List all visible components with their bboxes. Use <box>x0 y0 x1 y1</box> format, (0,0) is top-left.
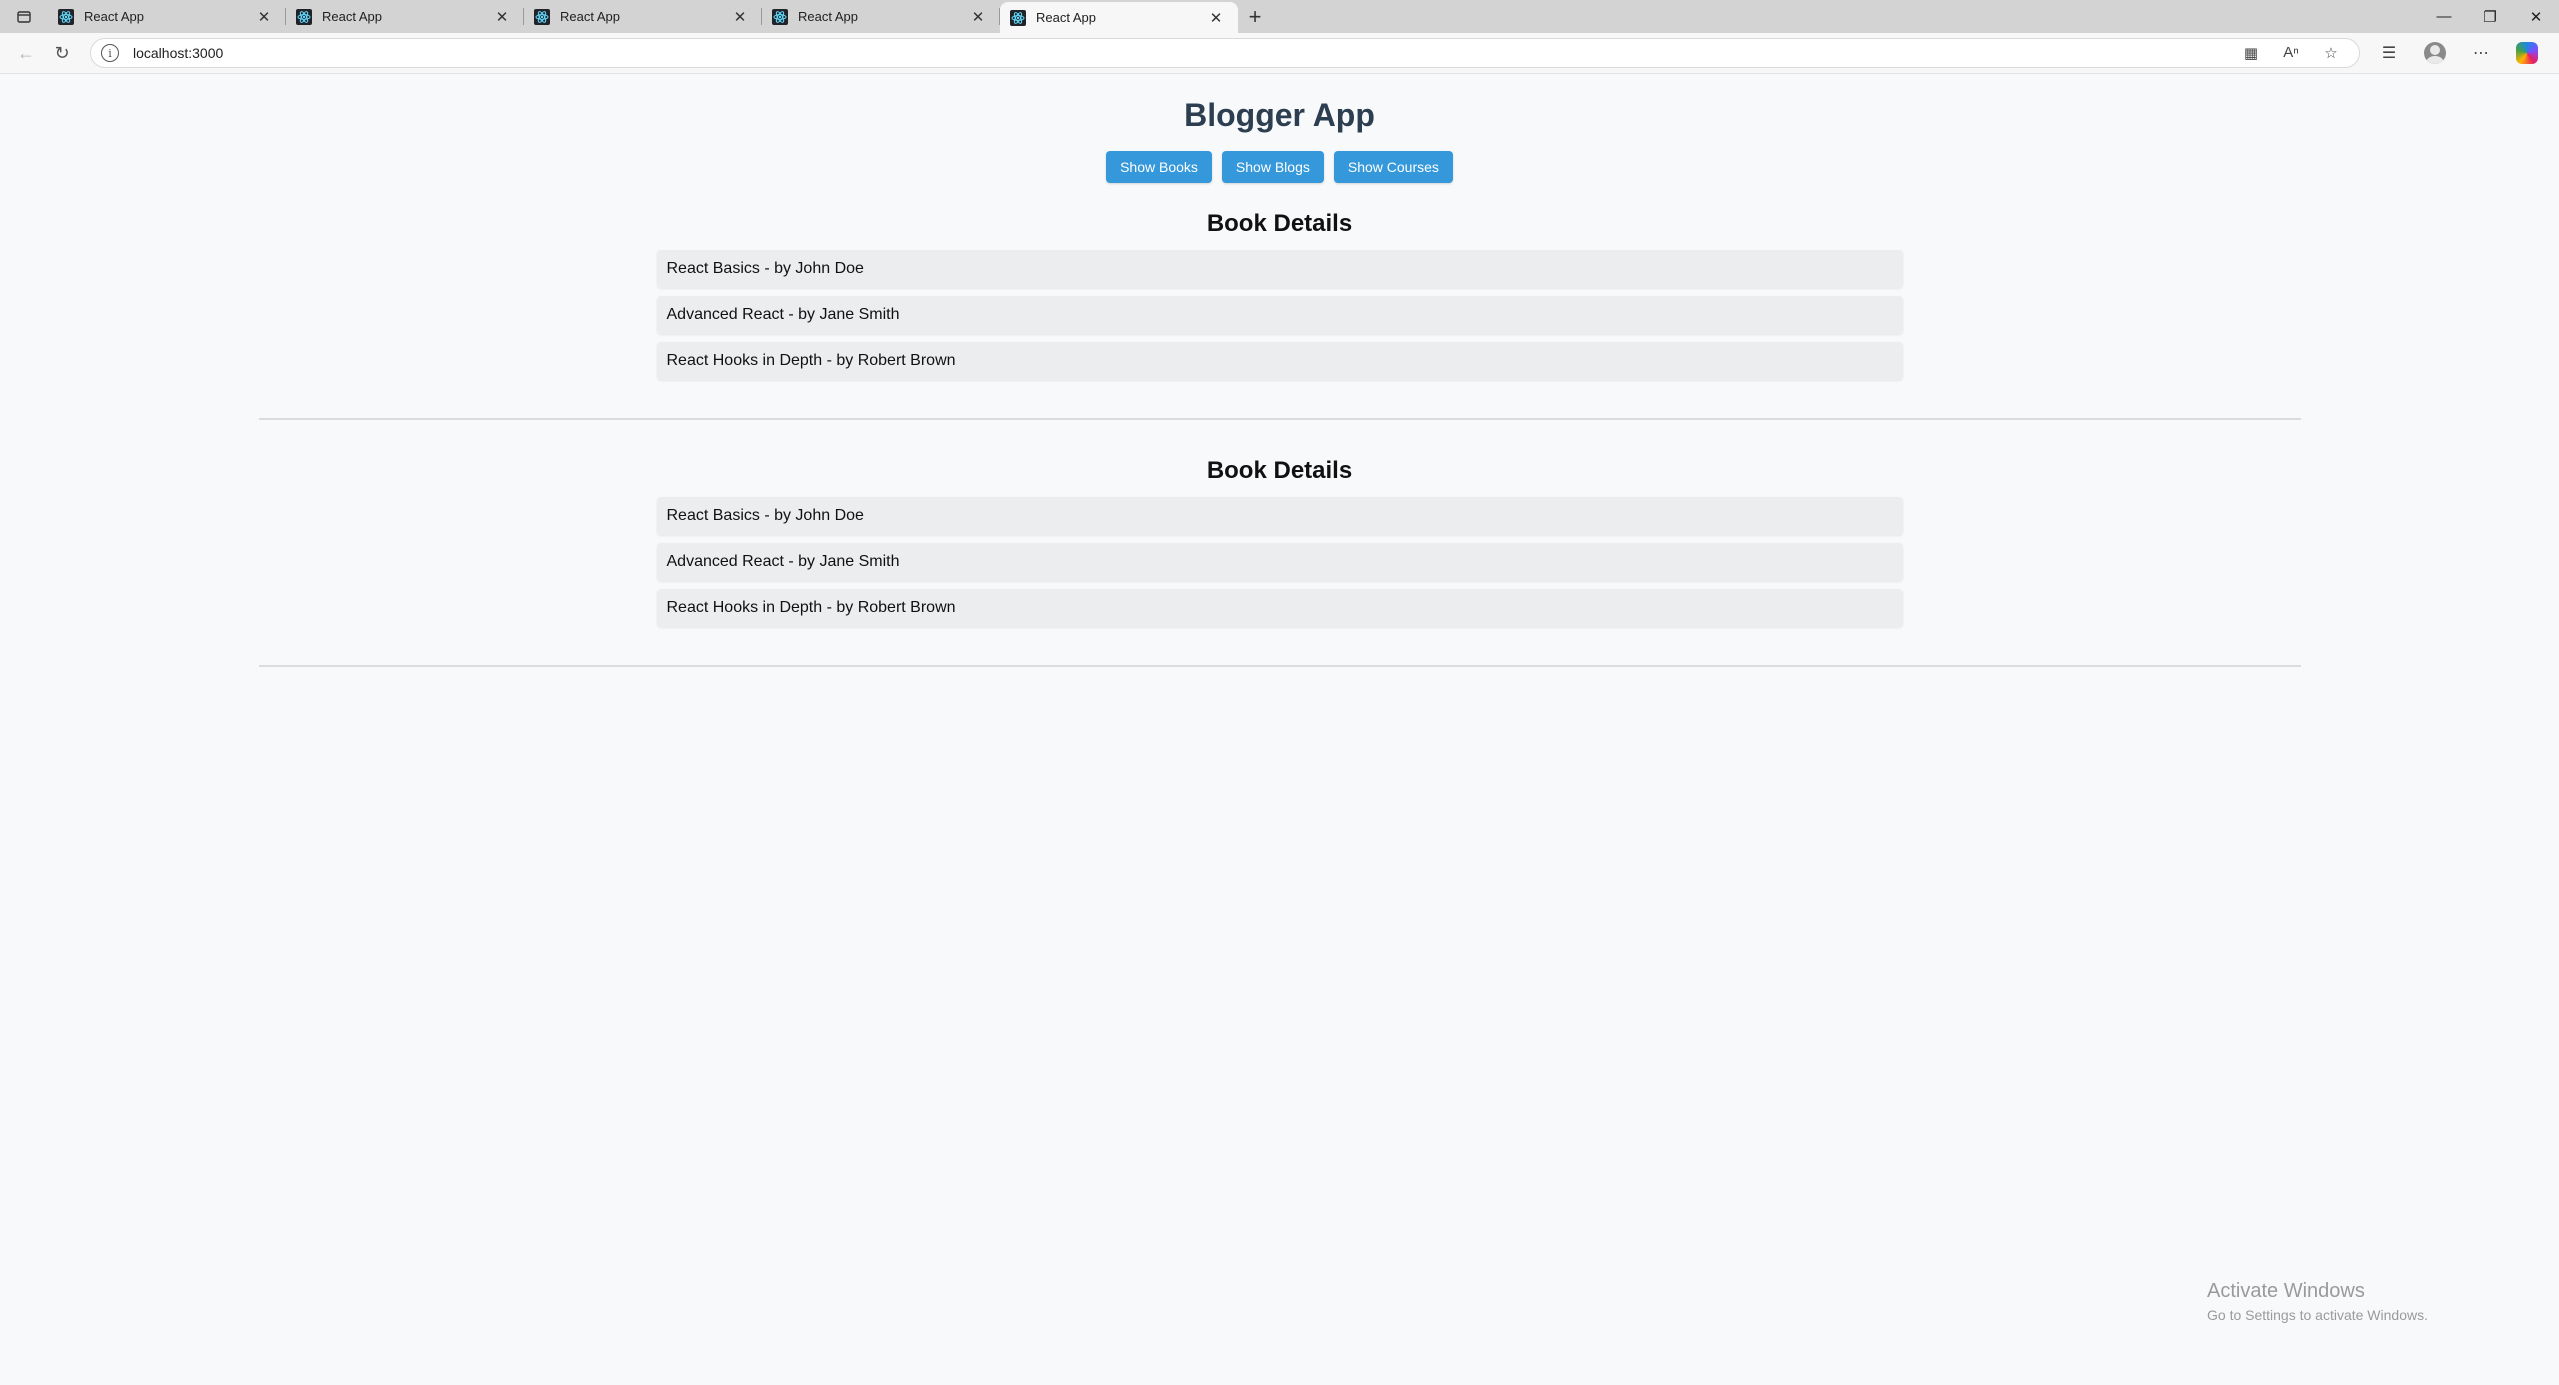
new-tab-button[interactable]: + <box>1238 0 1272 33</box>
section-heading: Book Details <box>1206 210 1353 237</box>
back-arrow-icon[interactable]: ← <box>8 37 44 69</box>
read-aloud-icon[interactable]: Aⁿ <box>2273 44 2309 62</box>
app-available-icon[interactable]: ▦ <box>2233 44 2269 62</box>
profile-button[interactable] <box>2412 37 2458 69</box>
reload-icon[interactable]: ↻ <box>44 37 80 69</box>
tab-close-icon[interactable]: ✕ <box>968 8 988 26</box>
close-window-icon[interactable]: ✕ <box>2513 0 2559 33</box>
list-item: React Basics - by John Doe <box>656 250 1903 288</box>
browser-tab[interactable]: React App ✕ <box>286 0 524 33</box>
tab-close-icon[interactable]: ✕ <box>730 8 750 26</box>
browser-tab-active[interactable]: React App ✕ <box>1000 2 1238 33</box>
book-list: React Basics - by John Doe Advanced Reac… <box>259 250 2301 380</box>
more-options-icon[interactable]: ⋯ <box>2458 37 2504 69</box>
book-details-section: Book Details React Basics - by John Doe … <box>258 450 2301 667</box>
tab-title: React App <box>560 9 620 24</box>
show-courses-button[interactable]: Show Courses <box>1333 151 1453 183</box>
page-title: Blogger App <box>1184 97 1375 133</box>
tab-close-icon[interactable]: ✕ <box>1206 9 1226 27</box>
react-favicon-icon <box>772 8 788 25</box>
tab-title: React App <box>84 9 144 24</box>
browser-tab[interactable]: React App ✕ <box>762 0 1000 33</box>
watermark-title: Activate Windows <box>2207 1280 2365 1302</box>
list-item: React Hooks in Depth - by Robert Brown <box>656 589 1903 627</box>
plus-icon: + <box>1248 3 1262 29</box>
tab-actions-icon <box>17 10 31 23</box>
url-text: localhost:3000 <box>133 45 224 61</box>
page-viewport: Blogger App Show Books Show Blogs Show C… <box>4 75 2555 1381</box>
tab-actions-button[interactable] <box>0 0 48 33</box>
restore-icon[interactable]: ❐ <box>2467 0 2513 33</box>
tab-title: React App <box>322 9 382 24</box>
tab-title: React App <box>1036 10 1096 25</box>
copilot-icon <box>2516 42 2538 64</box>
book-details-section: Book Details React Basics - by John Doe … <box>258 203 2301 420</box>
address-bar[interactable]: i localhost:3000 ▦ Aⁿ ☆ <box>90 38 2360 68</box>
tab-strip: React App ✕ React App ✕ React App ✕ Reac… <box>0 0 2559 33</box>
minimize-icon[interactable]: — <box>2421 0 2467 33</box>
list-item: Advanced React - by Jane Smith <box>656 543 1903 581</box>
section-heading: Book Details <box>1206 457 1353 484</box>
list-item: React Basics - by John Doe <box>656 497 1903 535</box>
avatar-icon <box>2424 42 2446 64</box>
activate-windows-watermark: Activate Windows Go to Settings to activ… <box>2207 1280 2428 1323</box>
favorite-star-icon[interactable]: ☆ <box>2313 44 2349 62</box>
react-favicon-icon <box>296 8 312 25</box>
book-list: React Basics - by John Doe Advanced Reac… <box>259 497 2301 627</box>
window-controls: — ❐ ✕ <box>2421 0 2559 33</box>
browser-tab[interactable]: React App ✕ <box>48 0 286 33</box>
show-blogs-button[interactable]: Show Blogs <box>1221 151 1324 183</box>
button-row: Show Books Show Blogs Show Courses <box>4 151 2555 183</box>
browser-toolbar: ← ↻ i localhost:3000 ▦ Aⁿ ☆ ☰ ⋯ <box>0 33 2559 74</box>
watermark-subtitle: Go to Settings to activate Windows. <box>2207 1307 2428 1323</box>
browser-tab[interactable]: React App ✕ <box>524 0 762 33</box>
site-info-icon[interactable]: i <box>101 44 119 62</box>
tab-title: React App <box>798 9 858 24</box>
react-favicon-icon <box>1010 9 1026 26</box>
copilot-button[interactable] <box>2504 37 2550 69</box>
favorites-icon[interactable]: ☰ <box>2366 37 2412 69</box>
react-favicon-icon <box>58 8 74 25</box>
list-item: React Hooks in Depth - by Robert Brown <box>656 342 1903 380</box>
show-books-button[interactable]: Show Books <box>1106 151 1212 183</box>
tab-close-icon[interactable]: ✕ <box>492 8 512 26</box>
tab-close-icon[interactable]: ✕ <box>254 8 274 26</box>
react-favicon-icon <box>534 8 550 25</box>
list-item: Advanced React - by Jane Smith <box>656 296 1903 334</box>
